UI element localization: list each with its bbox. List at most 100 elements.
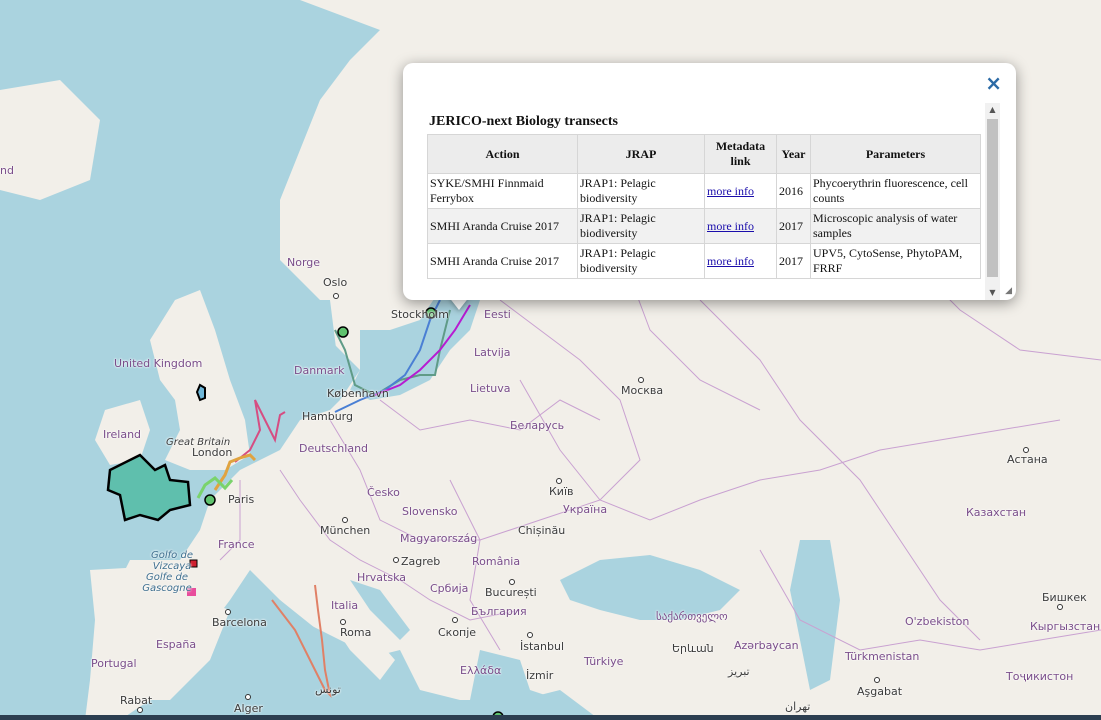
map-label: Golfe de Gascogne: [142, 572, 192, 594]
more-info-link[interactable]: more info: [707, 254, 754, 268]
popup-content[interactable]: JERICO-next Biology transects Action JRA…: [427, 103, 987, 300]
map-label: تبریز: [728, 665, 750, 678]
scroll-up-arrow-icon[interactable]: ▲: [985, 103, 1000, 117]
map-label: Oslo: [323, 276, 348, 289]
cell-jrap: JRAP1: Pelagic biodiversity: [577, 243, 705, 279]
map-label: İzmir: [526, 669, 554, 682]
map-label: Chișinău: [518, 524, 566, 537]
map-label: Ireland: [103, 428, 142, 441]
map-label: København: [327, 387, 389, 400]
cell-action: SMHI Aranda Cruise 2017: [427, 208, 578, 244]
map-label: Golfo de Vizcaya: [151, 550, 193, 572]
map-label: Србија: [430, 582, 469, 595]
map-label: Paris: [228, 493, 255, 506]
map-label: İstanbul: [520, 640, 565, 653]
popup-title: JERICO-next Biology transects: [429, 114, 618, 129]
map-label: Астана: [1007, 453, 1048, 466]
map-label: Eesti: [484, 308, 511, 321]
cell-metadata-link: more info: [704, 173, 777, 209]
map-label: Кыргызстан: [1030, 620, 1101, 633]
table-row: SMHI Aranda Cruise 2017 JRAP1: Pelagic b…: [427, 208, 981, 244]
popup-scrollbar[interactable]: ▲ ▼: [985, 103, 1000, 300]
map-label: Stockholm: [391, 308, 449, 321]
map-label: Norge: [287, 256, 321, 269]
map-label: București: [485, 586, 537, 599]
bottom-bar: [0, 715, 1101, 720]
map-label: Aşgabat: [857, 685, 903, 698]
cell-year: 2017: [776, 208, 811, 244]
map-label: Lietuva: [470, 382, 511, 395]
resize-grip-icon[interactable]: ◢: [1005, 286, 1012, 296]
cell-parameters: Microscopic analysis of water samples: [810, 208, 981, 244]
map-label: Тоҷикистон: [1006, 670, 1074, 683]
cell-parameters: Phycoerythrin fluorescence, cell counts: [810, 173, 981, 209]
map-label: Alger: [234, 702, 263, 715]
map-label: London: [192, 446, 233, 459]
transects-table: Action JRAP Metadata link Year Parameter…: [427, 134, 981, 279]
map-label: Česko: [367, 486, 400, 499]
map-label: България: [471, 605, 527, 618]
station-marker: [204, 494, 216, 506]
map-label: Portugal: [91, 657, 137, 670]
map-label: Україна: [563, 503, 608, 516]
map-label: Беларусь: [510, 419, 565, 432]
map-label: Latvija: [474, 346, 511, 359]
cell-jrap: JRAP1: Pelagic biodiversity: [577, 173, 705, 209]
map-label: Hrvatska: [357, 571, 407, 584]
cell-year: 2016: [776, 173, 811, 209]
map-label: საქართველო: [656, 610, 728, 623]
map-label: Slovensko: [402, 505, 458, 518]
map-label: München: [320, 524, 371, 537]
map-label: nd: [0, 164, 14, 177]
map-label: Barcelona: [212, 616, 267, 629]
map-label: Magyarország: [400, 532, 478, 545]
map-label: Скопје: [438, 626, 477, 639]
map-label: Москва: [621, 384, 664, 397]
map-label: España: [156, 638, 197, 651]
more-info-link[interactable]: more info: [707, 184, 754, 198]
scroll-down-arrow-icon[interactable]: ▼: [985, 286, 1000, 300]
map-label: United Kingdom: [114, 357, 203, 370]
cell-parameters: UPV5, CytoSense, PhytoPAM, FRRF: [810, 243, 981, 279]
column-header-metadata-link: Metadata link: [704, 134, 777, 174]
column-header-jrap: JRAP: [577, 134, 705, 174]
table-row: SMHI Aranda Cruise 2017 JRAP1: Pelagic b…: [427, 243, 981, 279]
cell-year: 2017: [776, 243, 811, 279]
map-label: France: [218, 538, 255, 551]
map-label: Ελλάδα: [460, 664, 502, 677]
column-header-parameters: Parameters: [810, 134, 981, 174]
map-label: Київ: [549, 485, 574, 498]
table-row: SYKE/SMHI Finnmaid Ferrybox JRAP1: Pelag…: [427, 173, 981, 209]
cell-action: SMHI Aranda Cruise 2017: [427, 243, 578, 279]
column-header-year: Year: [776, 134, 811, 174]
area-polygon-small: [195, 383, 206, 402]
map-label: Italia: [331, 599, 359, 612]
cell-metadata-link: more info: [704, 208, 777, 244]
station-marker: [337, 326, 349, 338]
map-label: تونس: [315, 683, 341, 696]
map-label: Zagreb: [401, 555, 441, 568]
map-label: تهران: [785, 700, 811, 713]
map-label: Hamburg: [302, 410, 353, 423]
info-popup: × JERICO-next Biology transects Action J…: [403, 63, 1016, 300]
map-label: Deutschland: [299, 442, 369, 455]
map-label: România: [472, 555, 521, 568]
map-label: Azərbaycan: [734, 639, 799, 652]
map-label: Türkiye: [584, 655, 624, 668]
map-label: Казахстан: [966, 506, 1027, 519]
column-header-action: Action: [427, 134, 578, 174]
cell-metadata-link: more info: [704, 243, 777, 279]
map-label: Бишкек: [1042, 591, 1087, 604]
cell-jrap: JRAP1: Pelagic biodiversity: [577, 208, 705, 244]
more-info-link[interactable]: more info: [707, 219, 754, 233]
cell-action: SYKE/SMHI Finnmaid Ferrybox: [427, 173, 578, 209]
map-label: Türkmenistan: [845, 650, 920, 663]
scrollbar-thumb[interactable]: [987, 119, 998, 277]
map-label: Roma: [340, 626, 372, 639]
close-icon[interactable]: ×: [985, 73, 1002, 93]
map-label: Երևան: [672, 642, 714, 655]
map-label: Danmark: [294, 364, 345, 377]
map-label: Rabat: [120, 694, 153, 707]
table-header-row: Action JRAP Metadata link Year Parameter…: [427, 134, 981, 174]
map-label: O'zbekiston: [905, 615, 970, 628]
